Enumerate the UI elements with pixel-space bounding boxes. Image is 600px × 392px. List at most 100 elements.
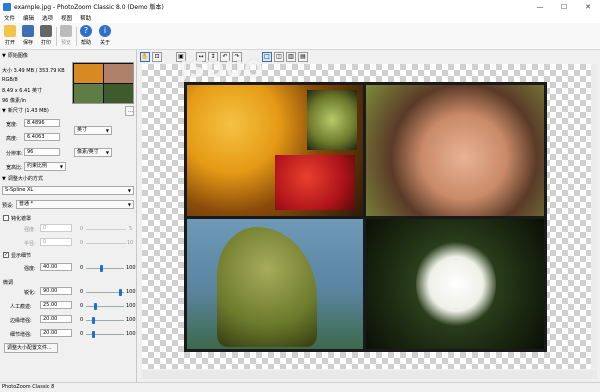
mask-strength-input[interactable]: 0 bbox=[40, 224, 72, 232]
height-input[interactable]: 6.4063 bbox=[24, 133, 60, 141]
print-label: 打印 bbox=[40, 40, 51, 46]
original-section-header[interactable]: ▼ 原始图像 bbox=[2, 52, 28, 60]
preview-image bbox=[184, 82, 547, 352]
fruit-photo bbox=[187, 85, 363, 216]
slider-min: 0 bbox=[80, 331, 84, 337]
menu-edit[interactable]: 编辑 bbox=[19, 14, 38, 22]
minimize-button[interactable]: — bbox=[528, 0, 552, 13]
chevron-down-icon: ▼ bbox=[59, 164, 63, 169]
detail-strength-thumb[interactable] bbox=[99, 265, 103, 272]
frog-photo bbox=[187, 219, 363, 349]
slider-max: 100 bbox=[126, 265, 136, 271]
folder-icon bbox=[4, 25, 16, 37]
grain-thumb[interactable] bbox=[92, 331, 96, 338]
detail-strength-input[interactable]: 40.00 bbox=[40, 263, 72, 271]
window-title: example.jpg - PhotoZoom Classic 8.0 (Dem… bbox=[14, 4, 164, 11]
edge-input[interactable]: 20.00 bbox=[40, 315, 72, 323]
about-label: 关于 bbox=[99, 40, 110, 46]
edge-slider[interactable] bbox=[86, 317, 124, 324]
size-unit-value: 英寸 bbox=[77, 127, 88, 133]
split-view-icon[interactable]: ◫ bbox=[274, 52, 284, 62]
size-unit-select[interactable]: 英寸 ▼ bbox=[74, 126, 112, 135]
horizontal-scrollbar[interactable] bbox=[142, 370, 597, 379]
status-bar: PhotoZoom Classic 8 bbox=[0, 382, 600, 392]
stacked-view-icon[interactable]: ▤ bbox=[298, 52, 308, 62]
new-size-section-header[interactable]: ▼ 新尺寸 (1.43 MB) bbox=[2, 107, 49, 115]
sharpen-input[interactable]: 90.00 bbox=[40, 287, 72, 295]
dual-view-icon[interactable]: ▥ bbox=[286, 52, 296, 62]
method-section-header[interactable]: ▼ 调整大小的方式 bbox=[2, 175, 43, 183]
slider-min: 0 bbox=[80, 240, 84, 246]
mask-strength-slider[interactable] bbox=[86, 229, 126, 230]
edge-thumb[interactable] bbox=[92, 317, 96, 324]
open-button[interactable]: 打开 bbox=[2, 25, 18, 48]
preview-icon bbox=[60, 25, 72, 37]
hand-tool-icon[interactable]: ✋ bbox=[140, 52, 150, 62]
resolution-label: 分辨率: bbox=[6, 151, 23, 157]
artifact-thumb[interactable] bbox=[94, 303, 97, 310]
slider-max: 100 bbox=[126, 303, 136, 309]
save-label: 保存 bbox=[22, 40, 33, 46]
main-toolbar: 打开 保存 打印 预览 ? 帮助 i 关于 bbox=[0, 23, 600, 50]
slider-max: 10 bbox=[127, 240, 134, 246]
method-select[interactable]: S-Spline XL ▼ bbox=[2, 186, 134, 195]
close-button[interactable]: ✕ bbox=[576, 0, 600, 13]
detail-strength-slider[interactable] bbox=[86, 265, 124, 272]
help-icon: ? bbox=[80, 25, 92, 37]
slider-max: 5 bbox=[129, 226, 133, 232]
preset-value: 普通 * bbox=[19, 201, 34, 207]
grain-label: 细节增强: bbox=[10, 332, 32, 338]
slider-min: 0 bbox=[80, 289, 84, 295]
preset-select[interactable]: 普通 * ▼ bbox=[16, 200, 134, 209]
help-button[interactable]: ? 帮助 bbox=[78, 25, 94, 48]
menu-file[interactable]: 文件 bbox=[0, 14, 19, 22]
help-label: 帮助 bbox=[80, 40, 91, 46]
sharpen-label: 锐化: bbox=[24, 290, 36, 296]
height-label: 高度: bbox=[6, 136, 18, 142]
crop-tool-icon[interactable]: ⊡ bbox=[152, 52, 162, 62]
resize-profile-button[interactable]: 调整大小配置文件... bbox=[4, 343, 58, 353]
mask-radius-slider[interactable] bbox=[86, 243, 126, 244]
sharpen-slider[interactable] bbox=[86, 289, 124, 296]
mask-radius-input[interactable]: 0 bbox=[40, 238, 72, 246]
grain-input[interactable]: 20.00 bbox=[40, 329, 72, 337]
toolbar-separator bbox=[76, 27, 77, 46]
print-button[interactable]: 打印 bbox=[38, 25, 54, 48]
original-size: 大小 3.49 MB / 353.79 KB bbox=[2, 68, 65, 74]
aspect-select[interactable]: 约束比例 ▼ bbox=[24, 162, 66, 171]
aspect-label: 宽高比: bbox=[6, 165, 23, 171]
menu-view[interactable]: 视图 bbox=[57, 14, 76, 22]
new-size-section-label: 新尺寸 (1.43 MB) bbox=[7, 108, 49, 114]
grain-slider[interactable] bbox=[86, 331, 124, 338]
sharpen-mask-label: 钝化遮罩 bbox=[11, 216, 32, 222]
artifact-slider[interactable] bbox=[86, 303, 124, 310]
slider-max: 100 bbox=[126, 317, 136, 323]
portrait-photo bbox=[366, 85, 544, 216]
floppy-icon bbox=[22, 25, 34, 37]
artifact-label: 人工痕迹: bbox=[10, 304, 32, 310]
original-resolution: 96 像素/in bbox=[2, 98, 27, 104]
chevron-down-icon: ▼ bbox=[105, 150, 109, 155]
more-options-button[interactable]: … bbox=[125, 106, 134, 116]
artifact-input[interactable]: 25.00 bbox=[40, 301, 72, 309]
lily-photo bbox=[366, 219, 544, 349]
width-input[interactable]: 8.4896 bbox=[24, 119, 60, 127]
resolution-unit-select[interactable]: 像素/英寸 ▼ bbox=[74, 148, 112, 157]
slider-min: 0 bbox=[80, 226, 84, 232]
color-mode: RGB/8 bbox=[2, 77, 18, 83]
vertical-scrollbar[interactable] bbox=[591, 64, 597, 369]
resolution-input[interactable]: 96 bbox=[24, 148, 60, 156]
maximize-button[interactable]: ☐ bbox=[552, 0, 576, 13]
about-button[interactable]: i 关于 bbox=[97, 25, 113, 48]
preview-button[interactable]: 预览 bbox=[58, 25, 74, 48]
sharpen-mask-checkbox[interactable] bbox=[3, 215, 9, 221]
slider-min: 0 bbox=[80, 303, 84, 309]
sharpen-thumb[interactable] bbox=[118, 289, 122, 296]
show-detail-checkbox[interactable]: ✓ bbox=[3, 252, 9, 258]
menu-help[interactable]: 帮助 bbox=[76, 14, 95, 22]
menu-options[interactable]: 选项 bbox=[38, 14, 57, 22]
method-section-label: 调整大小的方式 bbox=[7, 176, 43, 182]
tune-label: 微调 bbox=[3, 280, 14, 286]
mask-radius-label: 半径: bbox=[24, 241, 36, 247]
save-button[interactable]: 保存 bbox=[20, 25, 36, 48]
